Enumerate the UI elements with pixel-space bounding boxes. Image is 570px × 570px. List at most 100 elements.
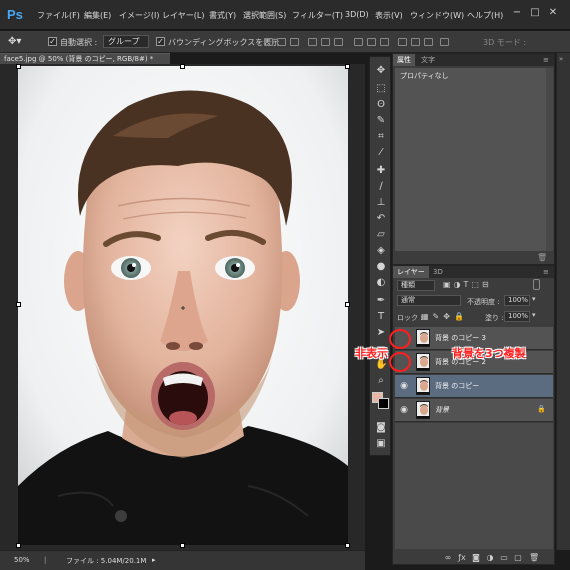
menu-edit[interactable]: 編集(E) <box>84 10 111 21</box>
close-icon[interactable]: ✕ <box>546 6 560 20</box>
distribute-right-icon[interactable] <box>424 38 433 46</box>
paint-bucket-tool-icon[interactable]: ◈ <box>375 245 387 257</box>
layer-mask-icon[interactable]: ◙ <box>471 553 481 563</box>
clone-stamp-tool-icon[interactable]: ⊥ <box>375 197 387 209</box>
panel-menu-icon[interactable]: ≡ <box>539 54 553 66</box>
eyedropper-tool-icon[interactable]: ⁄ <box>375 147 387 159</box>
transform-handle[interactable] <box>16 64 21 69</box>
lasso-tool-icon[interactable]: ʘ <box>375 99 387 111</box>
auto-select-checkbox[interactable]: ✓ <box>48 37 57 46</box>
dodge-tool-icon[interactable]: ◐ <box>375 277 387 289</box>
tab-3d[interactable]: 3D <box>429 266 447 278</box>
background-color-swatch[interactable] <box>378 398 389 409</box>
layer-style-icon[interactable]: ƒx <box>457 553 467 563</box>
opacity-arrow-icon[interactable]: ▾ <box>532 295 536 303</box>
new-group-icon[interactable]: ▭ <box>499 553 509 563</box>
menu-3d[interactable]: 3D(D) <box>345 10 369 19</box>
blur-tool-icon[interactable]: ● <box>375 261 387 273</box>
menu-help[interactable]: ヘルプ(H) <box>467 10 503 21</box>
minimize-icon[interactable]: − <box>510 6 524 20</box>
distribute-top-icon[interactable] <box>354 38 363 46</box>
layer-name[interactable]: 背景 <box>435 405 449 415</box>
adjustment-layer-icon[interactable]: ◑ <box>485 553 495 563</box>
distribute-left-icon[interactable] <box>398 38 407 46</box>
pen-tool-icon[interactable]: ✒ <box>375 295 387 307</box>
status-menu-arrow-icon[interactable]: ▸ <box>152 556 156 564</box>
marquee-tool-icon[interactable]: ⬚ <box>375 83 387 95</box>
zoom-tool-icon[interactable]: ⌕ <box>375 375 387 387</box>
align-left-icon[interactable] <box>308 38 317 46</box>
layer-name[interactable]: 背景 のコピー <box>435 381 479 391</box>
align-middle-icon[interactable] <box>277 38 286 46</box>
move-tool-icon[interactable]: ✥ <box>375 65 387 77</box>
photo-canvas[interactable] <box>18 66 348 545</box>
path-select-tool-icon[interactable]: ➤ <box>375 327 387 339</box>
crop-tool-icon[interactable]: ⌗ <box>375 131 387 143</box>
eye-icon[interactable]: ◉ <box>398 380 410 392</box>
transform-handle[interactable] <box>180 543 185 548</box>
layer-row-background[interactable]: ◉ 背景 🔒 <box>395 399 553 422</box>
brush-tool-icon[interactable]: ∕ <box>375 181 387 193</box>
distribute-middle-icon[interactable] <box>367 38 376 46</box>
eraser-tool-icon[interactable]: ▱ <box>375 229 387 241</box>
transform-handle[interactable] <box>345 302 350 307</box>
history-brush-tool-icon[interactable]: ↶ <box>375 213 387 225</box>
distribute-center-icon[interactable] <box>411 38 420 46</box>
status-bar: 50% | ファイル : 5.04M/20.1M ▸ <box>0 550 365 570</box>
menu-layer[interactable]: レイヤー(L) <box>162 10 204 21</box>
align-center-icon[interactable] <box>321 38 330 46</box>
transform-handle[interactable] <box>16 543 21 548</box>
menu-file[interactable]: ファイル(F) <box>37 10 80 21</box>
link-layers-icon[interactable]: ∞ <box>443 553 453 563</box>
type-tool-icon[interactable]: T <box>375 311 387 323</box>
align-right-icon[interactable] <box>334 38 343 46</box>
transform-handle[interactable] <box>345 543 350 548</box>
opacity-label: 不透明度 : <box>467 298 500 306</box>
delete-layer-icon[interactable]: 🗑 <box>529 553 539 563</box>
panel-menu-icon[interactable]: ≡ <box>539 266 553 278</box>
layer-kind-filter[interactable]: 種類 <box>397 280 435 291</box>
auto-align-icon[interactable] <box>440 38 449 46</box>
menu-filter[interactable]: フィルター(T) <box>292 10 343 21</box>
menu-type[interactable]: 書式(Y) <box>209 10 236 21</box>
tab-layers[interactable]: レイヤー <box>393 266 429 278</box>
layer-name[interactable]: 背景 のコピー 3 <box>435 333 486 343</box>
zoom-level[interactable]: 50% <box>14 556 30 564</box>
properties-scrollbar[interactable] <box>546 68 553 251</box>
quick-mask-icon[interactable]: ◙ <box>375 422 387 434</box>
screen-mode-icon[interactable]: ▣ <box>375 438 387 450</box>
right-dock: » <box>556 53 570 550</box>
tab-properties[interactable]: 属性 <box>393 54 415 66</box>
maximize-icon[interactable]: □ <box>528 6 542 20</box>
move-tool-icon[interactable]: ✥▾ <box>8 36 21 47</box>
transform-handle[interactable] <box>16 302 21 307</box>
filter-toggle-icon[interactable] <box>533 279 540 290</box>
auto-select-dropdown[interactable]: グループ <box>103 35 149 48</box>
document-tab[interactable]: face5.jpg @ 50% (背景 のコピー, RGB/8#) * <box>0 53 170 64</box>
layer-filter-icons[interactable]: ▣◑T⬚⊟ <box>443 280 492 289</box>
options-bar: ✥▾ ✓ 自動選択 : グループ ✓ バウンディングボックスを表示 3D モード… <box>0 31 570 53</box>
healing-brush-tool-icon[interactable]: ✚ <box>375 165 387 177</box>
tab-character[interactable]: 文字 <box>417 54 439 66</box>
eye-icon[interactable]: ◉ <box>398 404 410 416</box>
fill-arrow-icon[interactable]: ▾ <box>532 311 536 319</box>
bounding-box-checkbox[interactable]: ✓ <box>156 37 165 46</box>
menu-image[interactable]: イメージ(I) <box>119 10 159 21</box>
layer-row-copy[interactable]: ◉ 背景 のコピー <box>395 375 553 398</box>
blend-mode-select[interactable]: 通常 <box>397 295 461 306</box>
lock-option-icons[interactable]: ▦✎✥🔒 <box>421 312 468 321</box>
distribute-bottom-icon[interactable] <box>380 38 389 46</box>
menu-view[interactable]: 表示(V) <box>375 10 403 21</box>
dock-collapse-icon[interactable]: » <box>559 55 563 63</box>
quick-select-tool-icon[interactable]: ✎ <box>375 115 387 127</box>
opacity-input[interactable]: 100% <box>504 295 530 306</box>
transform-handle[interactable] <box>180 64 185 69</box>
new-layer-icon[interactable]: ▢ <box>513 553 523 563</box>
transform-handle[interactable] <box>345 64 350 69</box>
trash-icon[interactable]: 🗑 <box>537 253 547 262</box>
fill-input[interactable]: 100% <box>504 311 530 322</box>
align-bottom-icon[interactable] <box>290 38 299 46</box>
menu-window[interactable]: ウィンドウ(W) <box>410 10 464 21</box>
menu-select[interactable]: 選択範囲(S) <box>243 10 286 21</box>
align-top-icon[interactable] <box>264 38 273 46</box>
